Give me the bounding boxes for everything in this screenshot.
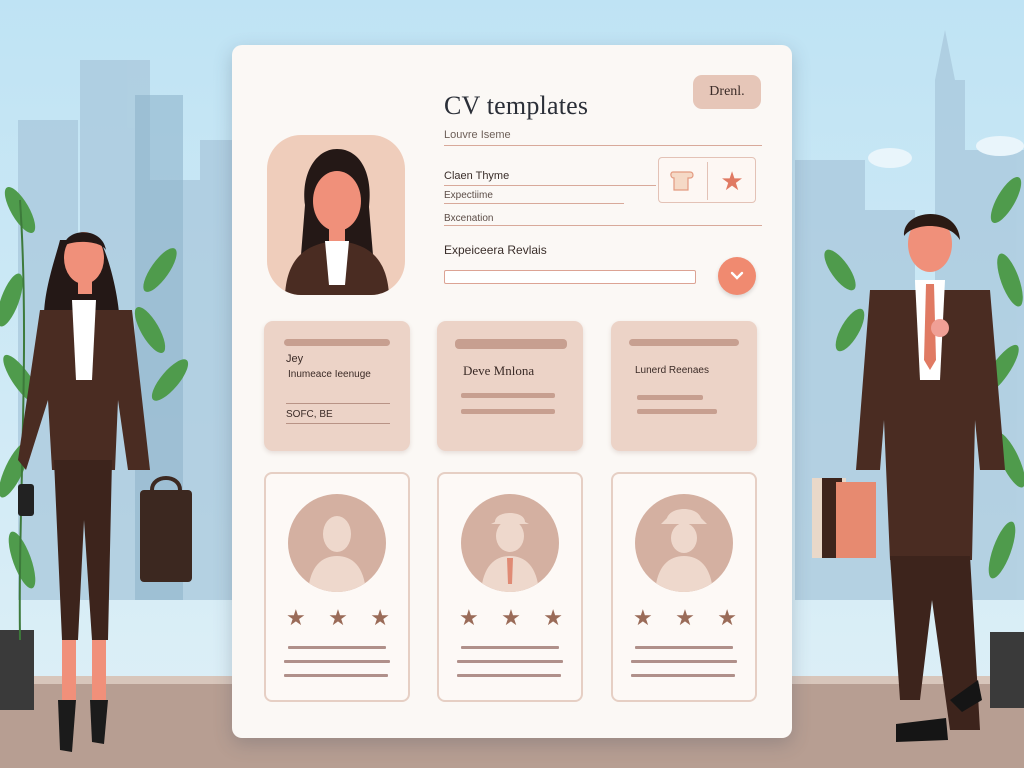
star-icon: ★ bbox=[501, 605, 521, 630]
tile-line: SOFC, BE bbox=[286, 409, 333, 420]
tile-heading: Lunerd Reenaes bbox=[635, 365, 709, 376]
field-label-experience: Expectiime bbox=[444, 190, 493, 201]
tile-line: Inumeace Ieenuge bbox=[288, 369, 371, 380]
brand-button[interactable]: Drenl. bbox=[693, 75, 761, 109]
star-icon: ★ bbox=[675, 605, 695, 630]
subtitle: Louvre Iseme bbox=[444, 129, 511, 141]
chevron-down-button[interactable] bbox=[718, 257, 756, 295]
action-icon-group: ★ bbox=[658, 157, 756, 203]
page-title: CV templates bbox=[444, 91, 589, 120]
tile-line: Jey bbox=[286, 353, 304, 365]
scroll-icon[interactable] bbox=[659, 158, 707, 204]
star-icon: ★ bbox=[286, 605, 306, 630]
star-icon[interactable]: ★ bbox=[708, 158, 756, 204]
progress-input[interactable] bbox=[444, 270, 696, 284]
field-label-theme: Claen Thyme bbox=[444, 170, 510, 182]
template-tile[interactable]: Deve Mnlona bbox=[437, 321, 583, 451]
tile-heading: Deve Mnlona bbox=[463, 363, 535, 378]
rating-stars: ★ ★ ★ bbox=[286, 607, 390, 629]
profile-portrait bbox=[267, 135, 405, 295]
star-icon: ★ bbox=[543, 605, 563, 630]
divider bbox=[444, 225, 762, 226]
divider bbox=[444, 145, 762, 146]
divider bbox=[444, 203, 624, 204]
star-icon: ★ bbox=[370, 605, 390, 630]
star-icon: ★ bbox=[633, 605, 653, 630]
avatar bbox=[461, 494, 559, 592]
rating-stars: ★ ★ ★ bbox=[459, 607, 563, 629]
template-tile[interactable]: Jey Inumeace Ieenuge SOFC, BE bbox=[264, 321, 410, 451]
section-heading: Expeiceera Revlais bbox=[444, 243, 547, 257]
avatar bbox=[288, 494, 386, 592]
divider bbox=[444, 185, 656, 186]
star-icon: ★ bbox=[328, 605, 348, 630]
star-icon: ★ bbox=[717, 605, 737, 630]
profile-card[interactable]: ★ ★ ★ bbox=[611, 472, 757, 702]
template-tile[interactable]: Lunerd Reenaes bbox=[611, 321, 757, 451]
rating-stars: ★ ★ ★ bbox=[633, 607, 737, 629]
profile-card[interactable]: ★ ★ ★ bbox=[437, 472, 583, 702]
chevron-down-icon bbox=[730, 271, 744, 280]
star-icon: ★ bbox=[459, 605, 479, 630]
profile-card[interactable]: ★ ★ ★ bbox=[264, 472, 410, 702]
avatar bbox=[635, 494, 733, 592]
cv-templates-card: CV templates Louvre Iseme Drenl. Claen T… bbox=[232, 45, 792, 738]
field-label-education: Bxcenation bbox=[444, 213, 494, 224]
